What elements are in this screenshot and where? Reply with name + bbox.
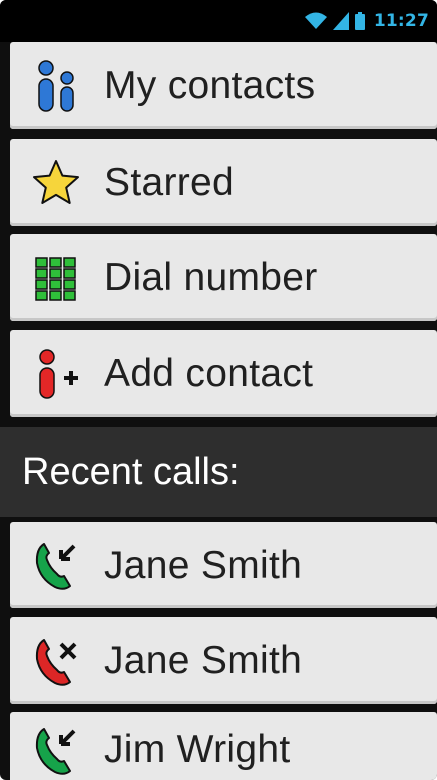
star-icon: [30, 157, 82, 209]
add-contact-label: Add contact: [104, 352, 314, 395]
recent-calls-title: Recent calls:: [22, 451, 240, 493]
missed-call-icon: [30, 632, 88, 690]
status-time: 11:27: [373, 11, 429, 31]
signal-icon: [332, 12, 349, 30]
recent-call-name: Jane Smith: [104, 543, 303, 587]
my-contacts-button[interactable]: My contacts: [10, 42, 437, 129]
recent-calls-header: Recent calls:: [0, 427, 437, 517]
phone-screen: 11:27 My contacts Starred Dial number Ad…: [0, 0, 437, 780]
incoming-call-icon: [30, 721, 88, 779]
wifi-icon: [304, 12, 327, 30]
starred-label: Starred: [104, 161, 234, 204]
recent-call-jane-smith-1[interactable]: Jane Smith: [10, 522, 437, 608]
my-contacts-label: My contacts: [104, 64, 316, 107]
recent-call-jim-wright[interactable]: Jim Wright: [10, 712, 437, 780]
dial-number-button[interactable]: Dial number: [10, 234, 437, 321]
dial-number-label: Dial number: [104, 256, 318, 299]
add-contact-icon: [30, 348, 82, 400]
main-content: My contacts Starred Dial number Add cont…: [0, 42, 437, 780]
incoming-call-icon: [30, 536, 88, 594]
add-contact-button[interactable]: Add contact: [10, 330, 437, 417]
dialpad-icon: [30, 252, 82, 304]
starred-button[interactable]: Starred: [10, 139, 437, 226]
battery-icon: [354, 12, 365, 30]
recent-call-name: Jane Smith: [104, 639, 303, 682]
status-bar: 11:27: [0, 0, 437, 42]
recent-call-name: Jim Wright: [104, 728, 291, 771]
contacts-icon: [30, 59, 82, 112]
recent-call-jane-smith-2[interactable]: Jane Smith: [10, 617, 437, 704]
